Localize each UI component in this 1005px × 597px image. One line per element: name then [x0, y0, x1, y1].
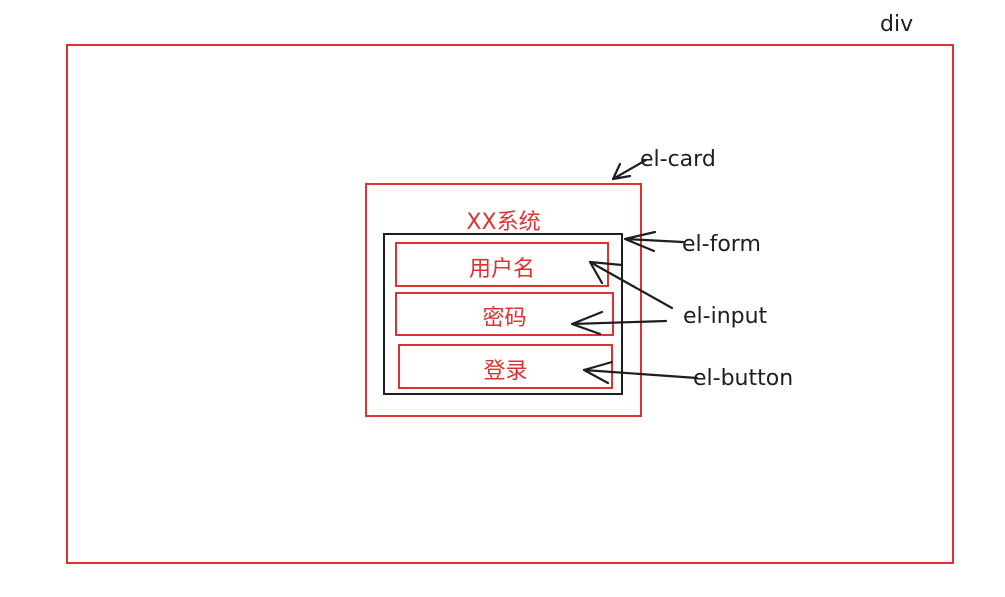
arrow-input-username — [588, 260, 674, 310]
arrow-card — [611, 158, 648, 181]
arrow-input-password — [570, 310, 668, 336]
annotation-arrows — [570, 158, 699, 385]
arrow-form — [623, 230, 685, 253]
arrow-button — [582, 360, 699, 385]
